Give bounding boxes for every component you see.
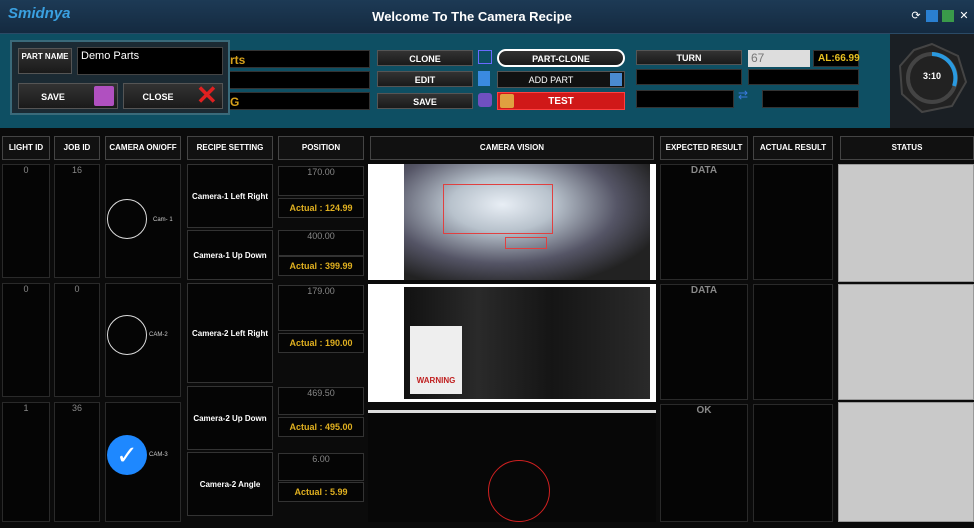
camera-toggle-1[interactable]: [107, 199, 147, 239]
camera-toggle-2[interactable]: [107, 315, 147, 355]
light-id-value: 0: [23, 165, 29, 175]
expected-value: DATA: [690, 165, 718, 176]
refresh-icon[interactable]: ⟳: [910, 10, 922, 22]
edit-button[interactable]: EDIT: [377, 71, 473, 87]
light-id-cell: 0: [2, 164, 50, 278]
col-position: POSITION: [278, 136, 364, 160]
camera-checked-icon[interactable]: ✓: [107, 435, 147, 475]
recipe-cam2-lr[interactable]: Camera-2 Left Right: [187, 283, 273, 383]
col-vision: CAMERA VISION: [370, 136, 654, 160]
clone-button[interactable]: CLONE: [377, 50, 473, 66]
actual-value-2: Actual : 399.99: [278, 256, 364, 276]
turn-button[interactable]: TURN: [636, 50, 742, 65]
expected-cell: DATA: [660, 164, 748, 280]
minimize-icon[interactable]: [926, 10, 938, 22]
al-field-2[interactable]: [748, 69, 859, 85]
status-cell: [838, 402, 974, 522]
actual-value-5: Actual : 5.99: [278, 482, 364, 502]
floppy-icon: [94, 86, 114, 106]
window-title: Welcome To The Camera Recipe: [372, 9, 572, 24]
position-value-1[interactable]: 170.00: [278, 166, 364, 196]
col-job-id: JOB ID: [54, 136, 100, 160]
light-id-value: 1: [23, 403, 29, 413]
add-part-icon: [610, 73, 622, 86]
position-value-2[interactable]: 400.00: [278, 230, 364, 256]
actual-result-cell: [753, 164, 833, 280]
part-select-field[interactable]: rts: [225, 50, 370, 68]
save-button[interactable]: SAVE: [377, 93, 473, 109]
close-x-icon: ✕: [196, 80, 218, 110]
light-id-value: 0: [23, 284, 29, 294]
position-value-4[interactable]: 469.50: [278, 387, 364, 415]
position-value-3[interactable]: 179.00: [278, 285, 364, 331]
calculator-icon[interactable]: [942, 10, 954, 22]
warning-sign: WARNING: [410, 326, 462, 394]
turn-value-input[interactable]: 67: [748, 50, 810, 67]
camera-label-3: CAM-3: [149, 452, 168, 458]
roi-box-large: [443, 184, 553, 234]
test-icon: [500, 94, 514, 108]
camera-label-2: CAM-2: [149, 332, 168, 338]
status-cell: [838, 284, 974, 400]
actual-value-3: Actual : 190.00: [278, 333, 364, 353]
actual-result-cell: [753, 284, 833, 400]
recipe-cam2-ud[interactable]: Camera-2 Up Down: [187, 386, 273, 450]
roi-circle: [488, 460, 550, 522]
part-select-field-3[interactable]: G: [225, 92, 370, 110]
roi-box-small: [505, 237, 547, 249]
job-id-cell: 0: [54, 283, 100, 397]
col-camera: CAMERA ON/OFF: [105, 136, 181, 160]
part-select-field-2[interactable]: [225, 71, 370, 89]
turn-field-2[interactable]: [636, 69, 742, 85]
col-recipe: RECIPE SETTING: [187, 136, 273, 160]
close-window-icon[interactable]: ✕: [958, 10, 970, 22]
turn-field-3[interactable]: [636, 90, 734, 108]
part-name-label: PART NAME: [18, 48, 72, 74]
camera-label-1: Cam- 1: [153, 217, 173, 223]
job-id-cell: 16: [54, 164, 100, 278]
actual-value-1: Actual : 124.99: [278, 198, 364, 218]
add-part-button[interactable]: ADD PART: [497, 71, 625, 88]
actual-result-cell: [753, 404, 833, 522]
job-id-value: 36: [71, 403, 82, 413]
clone-icon: [478, 50, 492, 64]
actual-value-4: Actual : 495.00: [278, 417, 364, 437]
al-value: AL:66.99: [813, 50, 860, 67]
al-field-3[interactable]: [762, 90, 859, 108]
part-name-input[interactable]: Demo Parts: [77, 47, 223, 75]
light-id-cell: 1: [2, 402, 50, 522]
job-id-cell: 36: [54, 402, 100, 522]
recipe-cam2-angle[interactable]: Camera-2 Angle: [187, 452, 273, 516]
timer-text: 3:10: [922, 71, 941, 81]
expected-cell: DATA: [660, 284, 748, 400]
col-status: STATUS: [840, 136, 974, 160]
edit-icon: [478, 71, 490, 86]
recipe-cam1-lr[interactable]: Camera-1 Left Right: [187, 164, 273, 228]
recipe-cam1-ud[interactable]: Camera-1 Up Down: [187, 230, 273, 280]
expected-value: OK: [696, 405, 712, 416]
col-expected: EXPECTED RESULT: [660, 136, 748, 160]
position-value-5[interactable]: 6.00: [278, 453, 364, 481]
expected-value: DATA: [690, 285, 718, 296]
arrows-icon: ⇄: [738, 88, 749, 102]
status-cell: [838, 164, 974, 282]
job-id-value: 0: [74, 284, 80, 294]
part-clone-button[interactable]: PART-CLONE: [497, 49, 625, 67]
col-actual: ACTUAL RESULT: [753, 136, 833, 160]
save-icon: [478, 93, 492, 107]
light-id-cell: 0: [2, 283, 50, 397]
test-button[interactable]: TEST: [497, 92, 625, 110]
col-light-id: LIGHT ID: [2, 136, 50, 160]
expected-cell: OK: [660, 404, 748, 522]
job-id-value: 16: [71, 165, 82, 175]
